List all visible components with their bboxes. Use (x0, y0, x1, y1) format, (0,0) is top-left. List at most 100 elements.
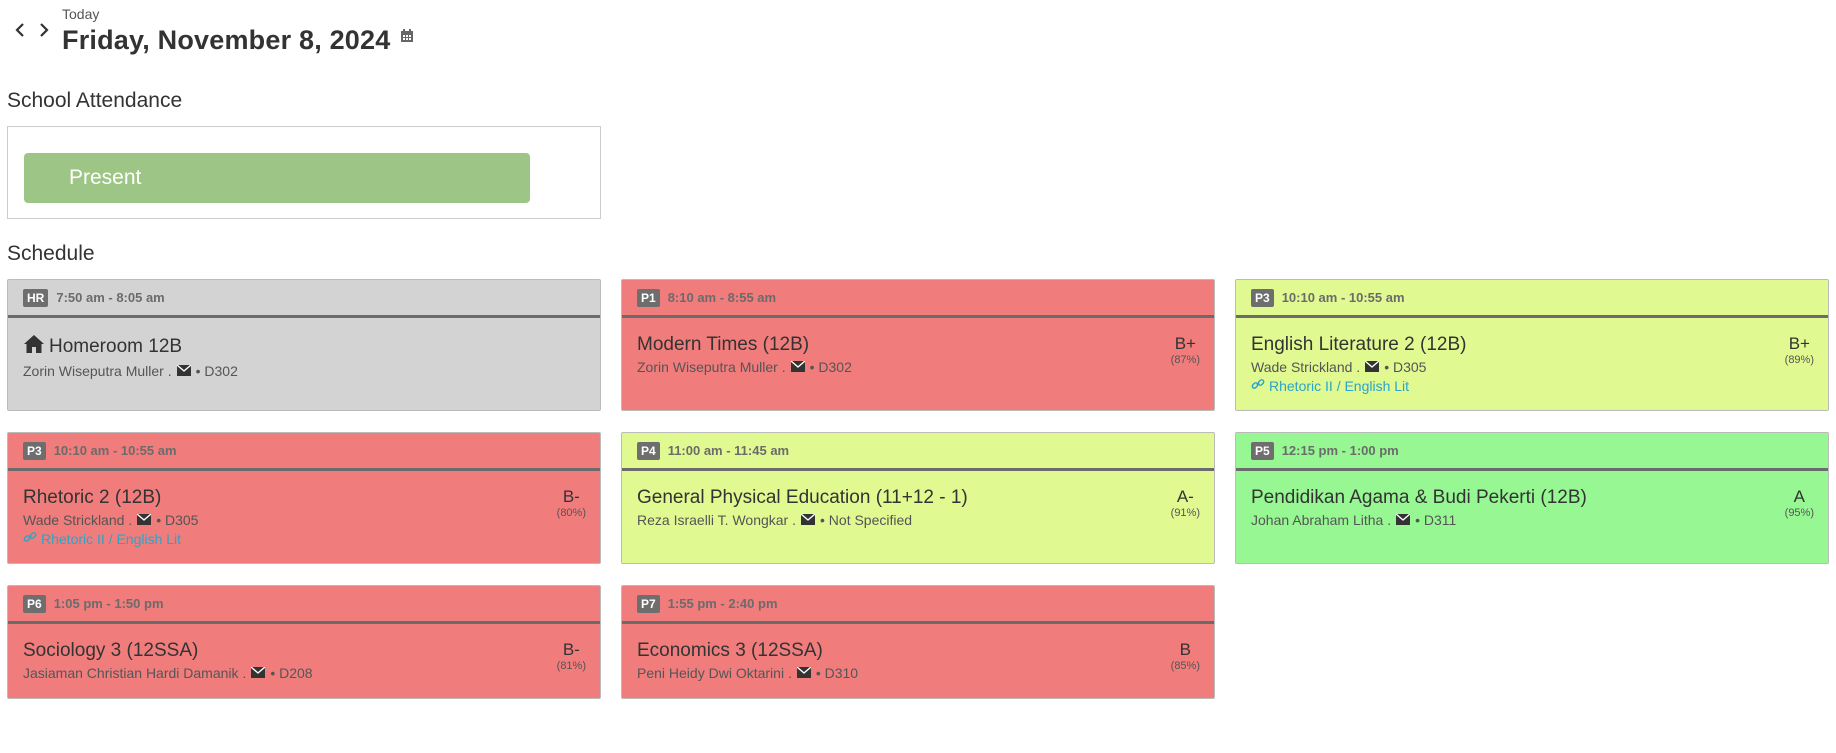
schedule-card[interactable]: P6 1:05 pm - 1:50 pm Sociology 3 (12SSA) Ja… (7, 585, 601, 699)
teacher-name: Zorin Wiseputra Muller . (23, 363, 172, 379)
link-icon (23, 530, 37, 548)
grade-letter: B (1179, 640, 1191, 659)
grade[interactable]: B- (80%) (557, 487, 586, 519)
teacher-line: Zorin Wiseputra Muller . • D302 (637, 358, 1199, 376)
card-header: P5 12:15 pm - 1:00 pm (1236, 433, 1828, 471)
course-link[interactable]: Rhetoric II / English Lit (1251, 377, 1813, 395)
time-range: 11:00 am - 11:45 am (667, 443, 790, 458)
time-range: 10:10 am - 10:55 am (53, 443, 177, 458)
grade[interactable]: A- (91%) (1171, 487, 1200, 519)
mail-icon[interactable] (796, 664, 812, 682)
class-name[interactable]: Pendidikan Agama & Budi Pekerti (12B) (1251, 487, 1587, 509)
period-badge: P5 (1251, 441, 1274, 460)
grade[interactable]: B+ (89%) (1785, 334, 1814, 366)
room: • D302 (809, 359, 852, 375)
course-link-label[interactable]: Rhetoric II / English Lit (41, 530, 181, 548)
calendar-icon[interactable] (400, 29, 414, 43)
grade-percent: (89%) (1784, 354, 1814, 366)
class-name-row: English Literature 2 (12B) (1251, 334, 1813, 356)
period-badge: P1 (637, 288, 660, 307)
grade-letter: B+ (1788, 334, 1810, 353)
schedule-card[interactable]: P1 8:10 am - 8:55 am Modern Times (12B) Zor… (621, 279, 1215, 411)
schedule-card[interactable]: P3 10:10 am - 10:55 am English Literature … (1235, 279, 1829, 411)
time-range: 8:10 am - 8:55 am (667, 290, 777, 305)
grade[interactable]: B- (81%) (557, 640, 586, 672)
attendance-panel: Present (7, 126, 601, 219)
attendance-status-button[interactable]: Present (24, 153, 530, 203)
page-title: Friday, November 8, 2024 (62, 25, 391, 55)
class-name[interactable]: General Physical Education (11+12 - 1) (637, 487, 968, 509)
course-link-label[interactable]: Rhetoric II / English Lit (1269, 377, 1409, 395)
link-icon (1251, 377, 1265, 395)
mail-icon[interactable] (790, 358, 806, 376)
time-range: 1:55 pm - 2:40 pm (667, 596, 778, 611)
schedule-card[interactable]: P7 1:55 pm - 2:40 pm Economics 3 (12SSA) Pe… (621, 585, 1215, 699)
period-badge: P7 (637, 594, 660, 613)
room: • D305 (1384, 359, 1427, 375)
teacher-line: Peni Heidy Dwi Oktarini . • D310 (637, 664, 1199, 682)
teacher-name: Peni Heidy Dwi Oktarini . (637, 665, 792, 681)
schedule-card[interactable]: P5 12:15 pm - 1:00 pm Pendidikan Agama & B… (1235, 432, 1829, 564)
card-header: P3 10:10 am - 10:55 am (8, 433, 600, 471)
teacher-line: Zorin Wiseputra Muller . • D302 (23, 362, 585, 380)
room: • D310 (815, 665, 859, 681)
period-badge: P6 (23, 594, 46, 613)
class-name[interactable]: Rhetoric 2 (12B) (23, 487, 161, 509)
mail-icon[interactable] (136, 511, 152, 529)
card-header: P6 1:05 pm - 1:50 pm (8, 586, 600, 624)
teacher-name: Johan Abraham Litha . (1251, 512, 1392, 528)
class-name[interactable]: Modern Times (12B) (637, 334, 809, 356)
course-link[interactable]: Rhetoric II / English Lit (23, 530, 585, 548)
grade-percent: (81%) (556, 660, 586, 672)
class-name-row: General Physical Education (11+12 - 1) (637, 487, 1199, 509)
grade[interactable]: B+ (87%) (1171, 334, 1200, 366)
date-header: Today Friday, November 8, 2024 (12, 6, 414, 58)
card-header: P7 1:55 pm - 2:40 pm (622, 586, 1214, 624)
mail-icon[interactable] (176, 362, 192, 380)
teacher-line: Wade Strickland . • D305 (23, 511, 585, 529)
teacher-line: Johan Abraham Litha . • D311 (1251, 511, 1813, 529)
grade-letter: B+ (1174, 334, 1196, 353)
grade[interactable]: A (95%) (1785, 487, 1814, 519)
time-range: 10:10 am - 10:55 am (1281, 290, 1405, 305)
grade-letter: B- (562, 640, 580, 659)
time-range: 7:50 am - 8:05 am (56, 290, 165, 305)
schedule-card[interactable]: P3 10:10 am - 10:55 am Rhetoric 2 (12B) Wad… (7, 432, 601, 564)
mail-icon[interactable] (1395, 511, 1411, 529)
class-name-row: Economics 3 (12SSA) (637, 640, 1199, 662)
grade-percent: (80%) (556, 507, 586, 519)
room: • D208 (270, 665, 313, 681)
teacher-name: Jasiaman Christian Hardi Damanik . (23, 665, 247, 681)
grade-percent: (91%) (1170, 507, 1200, 519)
mail-icon[interactable] (1364, 358, 1380, 376)
teacher-line: Jasiaman Christian Hardi Damanik . • D208 (23, 664, 585, 682)
class-name-row: Rhetoric 2 (12B) (23, 487, 585, 509)
date-nav (12, 22, 52, 38)
class-name[interactable]: English Literature 2 (12B) (1251, 334, 1466, 356)
grade-percent: (87%) (1170, 354, 1200, 366)
teacher-line: Reza Israelli T. Wongkar . • Not Specifie… (637, 511, 1199, 529)
card-header: P1 8:10 am - 8:55 am (622, 280, 1214, 318)
grade[interactable]: B (85%) (1171, 640, 1200, 672)
teacher-name: Zorin Wiseputra Muller . (637, 359, 786, 375)
teacher-name: Wade Strickland . (1251, 359, 1361, 375)
class-name-row: Homeroom 12B (23, 334, 585, 360)
mail-icon[interactable] (800, 511, 816, 529)
class-name[interactable]: Economics 3 (12SSA) (637, 640, 823, 662)
chevron-left-icon[interactable] (12, 22, 28, 38)
period-badge: P4 (637, 441, 660, 460)
class-name[interactable]: Homeroom 12B (49, 336, 182, 358)
attendance-title: School Attendance (7, 89, 183, 112)
grade-percent: (85%) (1170, 660, 1200, 672)
chevron-right-icon[interactable] (36, 22, 52, 38)
schedule-card[interactable]: HR 7:50 am - 8:05 am Homeroom 12B Zorin Wis… (7, 279, 601, 411)
time-range: 12:15 pm - 1:00 pm (1281, 443, 1399, 458)
period-badge: P3 (23, 441, 46, 460)
card-header: HR 7:50 am - 8:05 am (8, 280, 600, 318)
schedule-card[interactable]: P4 11:00 am - 11:45 am General Physical Ed… (621, 432, 1215, 564)
class-name[interactable]: Sociology 3 (12SSA) (23, 640, 198, 662)
mail-icon[interactable] (250, 664, 266, 682)
teacher-name: Wade Strickland . (23, 512, 133, 528)
grade-letter: A (1793, 487, 1805, 506)
schedule-title: Schedule (7, 242, 95, 265)
